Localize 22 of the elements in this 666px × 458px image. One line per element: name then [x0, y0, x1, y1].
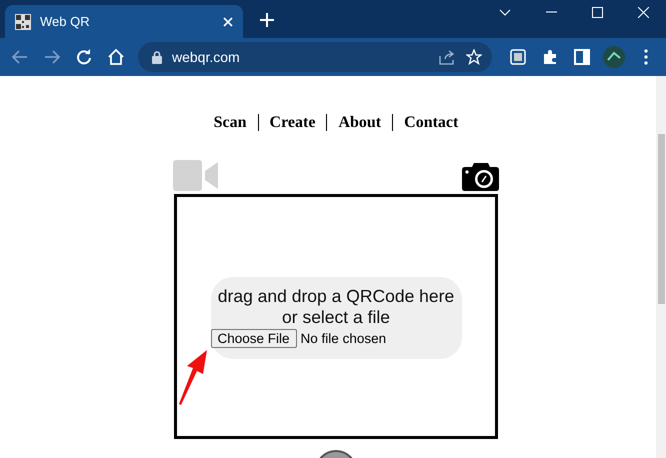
- address-bar[interactable]: webqr.com: [138, 42, 492, 72]
- drop-prompt: drag and drop a QRCode here or select a file: [218, 286, 454, 328]
- drop-zone[interactable]: drag and drop a QRCode here or select a file Choose File No file chosen: [210, 277, 462, 359]
- share-icon[interactable]: [439, 50, 456, 64]
- nav-link[interactable]: Scan: [202, 114, 258, 131]
- url-text: webqr.com: [172, 49, 241, 65]
- lock-icon: [152, 50, 162, 64]
- browser-tab[interactable]: Web QR: [5, 5, 243, 38]
- camera-icon[interactable]: [462, 162, 499, 191]
- avatar-icon[interactable]: [600, 43, 628, 71]
- scrollbar[interactable]: [656, 76, 666, 458]
- arrow-icon: [177, 348, 209, 406]
- star-icon[interactable]: [466, 49, 482, 65]
- choose-file-button[interactable]: Choose File: [210, 329, 297, 348]
- nav-link[interactable]: Contact: [392, 114, 470, 131]
- nav-link[interactable]: About: [326, 114, 392, 131]
- file-status: No file chosen: [300, 331, 386, 346]
- nav-link[interactable]: Create: [258, 114, 326, 131]
- plus-icon[interactable]: [260, 13, 274, 27]
- close-icon[interactable]: [223, 16, 233, 26]
- tab-title: Web QR: [40, 14, 91, 29]
- qr-code-icon: [15, 14, 31, 30]
